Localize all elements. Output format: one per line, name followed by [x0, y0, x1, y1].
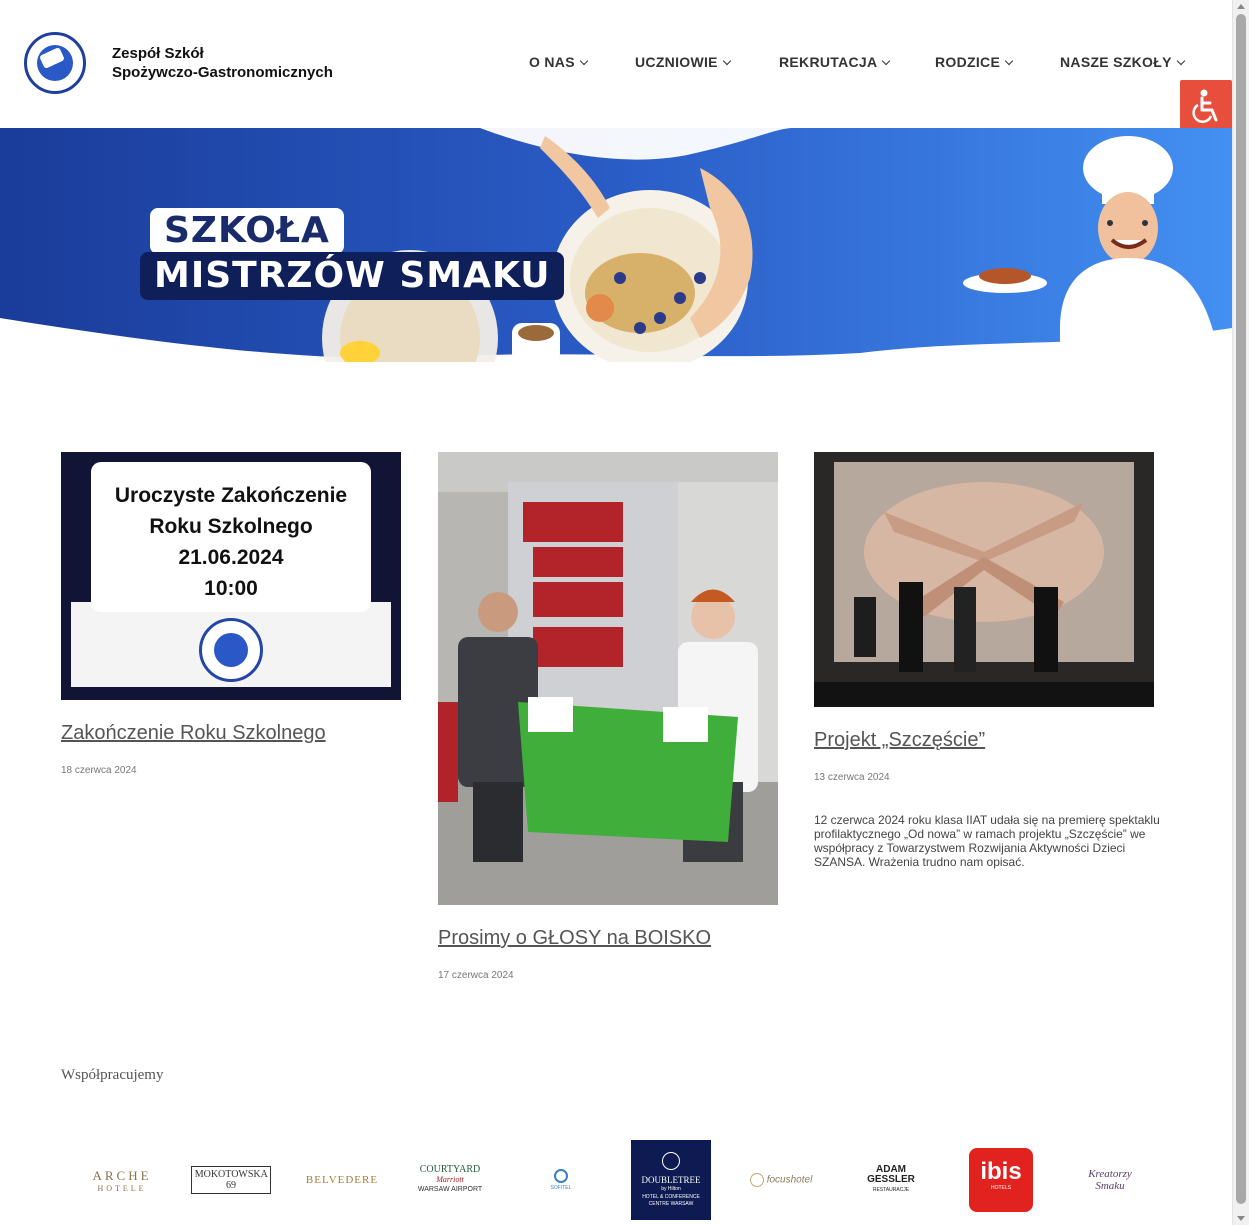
chevron-down-icon: [882, 56, 891, 66]
hero-title-line-2: MISTRZÓW SMAKU: [140, 252, 565, 300]
scroll-up-icon[interactable]: [1237, 4, 1245, 9]
school-logo[interactable]: [24, 32, 86, 94]
doubletree-icon: [662, 1152, 680, 1170]
post-card: Projekt „Szczęście” 13 czerwca 2024 12 c…: [814, 452, 1160, 869]
partner-name: ADAM GESSLER: [867, 1164, 915, 1185]
chevron-down-icon: [1004, 56, 1014, 66]
partner-logo-adam-gessler[interactable]: ADAM GESSLER RESTAURACJE: [852, 1140, 930, 1220]
brand-line-2: Spożywczo-Gastronomicznych: [112, 64, 333, 81]
brand-name[interactable]: Zespół Szkół Spożywczo-Gastronomicznych: [112, 44, 333, 82]
nav-item-rekrutacja[interactable]: REKRUTACJA: [779, 54, 891, 70]
page-scrollbar[interactable]: [1232, 0, 1249, 1225]
sofitel-icon: [554, 1169, 568, 1183]
image-text-line: Roku Szkolnego: [149, 515, 313, 538]
hero-title-line-1: SZKOŁA: [150, 208, 344, 254]
nav-item-rodzice[interactable]: RODZICE: [935, 54, 1014, 70]
partner-subname: RESTAURACJE: [872, 1187, 910, 1193]
post-card: Uroczyste Zakończenie Roku Szkolnego 21.…: [61, 452, 401, 776]
post-title-link[interactable]: Prosimy o GŁOSY na BOISKO: [438, 927, 778, 950]
partner-subname: Smaku: [1095, 1180, 1125, 1192]
partner-name: focushotel: [766, 1174, 813, 1186]
partner-location: HOTEL & CONFERENCE CENTRE WARSAW: [642, 1194, 700, 1207]
post-card: Prosimy o GŁOSY na BOISKO 17 czerwca 202…: [438, 452, 778, 981]
partner-logo-mokotowska[interactable]: MOKOTOWSKA 69: [190, 1140, 272, 1220]
post-image[interactable]: [438, 452, 778, 905]
post-title-link[interactable]: Projekt „Szczęście”: [814, 729, 1154, 752]
partner-logo-arche[interactable]: ARCHE HOTELE: [82, 1140, 162, 1220]
partners-heading: Współpracujemy: [61, 1067, 164, 1083]
partner-subname: by Hilton: [661, 1186, 681, 1192]
post-title-link[interactable]: Zakończenie Roku Szkolnego: [61, 722, 401, 745]
partner-subname: HOTELE: [97, 1183, 147, 1193]
chevron-down-icon: [1176, 56, 1185, 66]
nav-label: NASZE SZKOŁY: [1060, 54, 1172, 70]
post-image[interactable]: Uroczyste Zakończenie Roku Szkolnego 21.…: [61, 452, 401, 700]
hero-banner: SZKOŁA MISTRZÓW SMAKU: [0, 128, 1232, 362]
partner-logo-kreatorzy-smaku[interactable]: Kreatorzy Smaku: [1072, 1140, 1148, 1220]
partner-logo-ibis[interactable]: ibis HOTELS: [969, 1148, 1033, 1212]
scroll-down-icon[interactable]: [1237, 1216, 1245, 1221]
partner-subname: Marriott: [436, 1175, 464, 1184]
image-text-line: 10:00: [204, 577, 258, 600]
partner-name: MOKOTOWSKA 69: [190, 1166, 272, 1194]
partner-location: WARSAW AIRPORT: [417, 1186, 483, 1193]
nav-label: RODZICE: [935, 54, 1001, 70]
scrollbar-thumb[interactable]: [1236, 14, 1246, 1204]
partner-name: DOUBLETREE: [641, 1175, 701, 1185]
partner-name: COURTYARD: [419, 1164, 481, 1175]
post-date: 17 czerwca 2024: [438, 970, 514, 981]
school-logo-small: [199, 618, 263, 682]
partner-name: BELVEDERE: [305, 1174, 379, 1186]
nav-label: REKRUTACJA: [779, 54, 878, 70]
post-date: 13 czerwca 2024: [814, 772, 890, 783]
chevron-down-icon: [579, 56, 589, 66]
partner-logo-focushotel[interactable]: focushotel: [742, 1140, 820, 1220]
focus-icon: [749, 1173, 764, 1187]
accessibility-button[interactable]: [1180, 80, 1232, 132]
image-text-line: Uroczyste Zakończenie: [114, 484, 348, 507]
image-text-line: 21.06.2024: [178, 546, 284, 569]
partner-name: Kreatorzy: [1088, 1168, 1132, 1180]
accessibility-icon: [1192, 89, 1218, 123]
partner-name: ARCHE: [92, 1167, 152, 1183]
brand-line-1: Zespół Szkół: [112, 45, 204, 62]
partner-logo-sofitel[interactable]: SOFITEL: [526, 1140, 596, 1220]
nav-item-nasze-szkoly[interactable]: NASZE SZKOŁY: [1060, 54, 1185, 70]
partner-logo-doubletree[interactable]: DOUBLETREE by Hilton HOTEL & CONFERENCE …: [631, 1140, 711, 1220]
chevron-down-icon: [722, 56, 732, 66]
post-date: 18 czerwca 2024: [61, 765, 137, 776]
partner-name: ibis: [980, 1158, 1022, 1185]
partner-logo-courtyard[interactable]: COURTYARD Marriott WARSAW AIRPORT: [412, 1140, 488, 1220]
partner-logo-belvedere[interactable]: BELVEDERE: [302, 1140, 382, 1220]
nav-label: O NAS: [529, 54, 575, 70]
nav-label: UCZNIOWIE: [635, 54, 718, 70]
nav-item-o-nas[interactable]: O NAS: [529, 54, 589, 70]
nav-item-uczniowie[interactable]: UCZNIOWIE: [635, 54, 732, 70]
site-header: Zespół Szkół Spożywczo-Gastronomicznych …: [0, 0, 1232, 128]
partner-name: SOFITEL: [550, 1185, 572, 1191]
post-image[interactable]: [814, 452, 1154, 707]
post-image-text: Uroczyste Zakończenie Roku Szkolnego 21.…: [61, 480, 401, 604]
post-excerpt: 12 czerwca 2024 roku klasa IIAT udała si…: [814, 813, 1160, 869]
